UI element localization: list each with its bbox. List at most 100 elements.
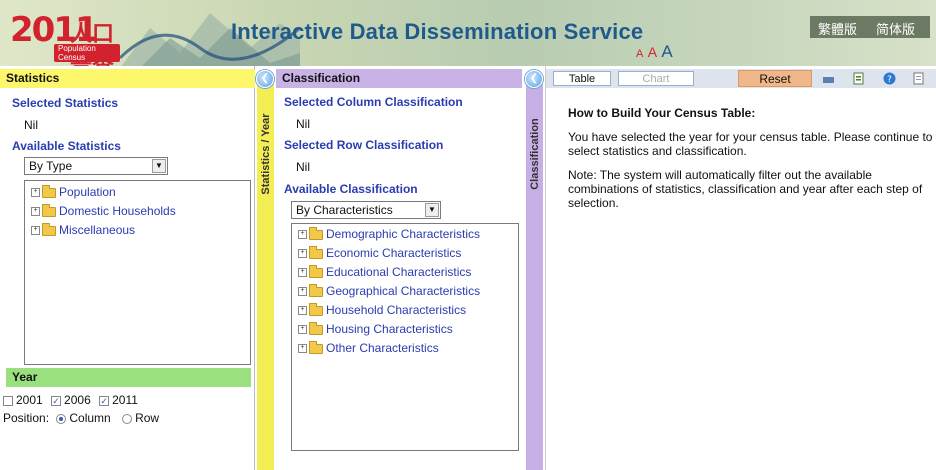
- statistics-type-dropdown[interactable]: By Type ▼: [24, 157, 168, 175]
- folder-icon: [309, 226, 323, 240]
- lang-traditional-link[interactable]: 繁體版: [818, 19, 857, 38]
- selected-column-classification-value: Nil: [296, 117, 310, 131]
- folder-icon: [42, 203, 56, 217]
- help-icon[interactable]: ?: [883, 72, 896, 85]
- year-option-2001[interactable]: 2001: [3, 393, 43, 407]
- tree-item-label: Economic Characteristics: [326, 246, 462, 260]
- folder-icon: [309, 340, 323, 354]
- selected-row-classification-value: Nil: [296, 160, 310, 174]
- statistics-year-bar-label: Statistics / Year: [259, 113, 272, 195]
- tab-table[interactable]: Table: [553, 71, 611, 86]
- classification-title: Classification: [276, 69, 522, 88]
- expand-icon[interactable]: +: [298, 230, 307, 240]
- dropdown-arrow-icon: ▼: [152, 159, 166, 173]
- radio-column[interactable]: [56, 413, 67, 424]
- statistics-tree[interactable]: + Population + Domestic Households + Miscel…: [24, 180, 251, 365]
- classification-panel: Classification Selected Column Classific…: [276, 66, 522, 470]
- dropdown-arrow-icon: ▼: [425, 203, 439, 217]
- font-size-small[interactable]: A: [636, 48, 643, 60]
- svg-text:?: ?: [887, 75, 892, 85]
- font-size-medium[interactable]: A: [648, 44, 657, 60]
- census-logo[interactable]: 2011 人口普查 Population Census: [10, 10, 120, 66]
- document-icon[interactable]: [912, 72, 925, 85]
- expand-icon[interactable]: +: [298, 325, 307, 335]
- folder-icon: [309, 245, 323, 259]
- statistics-title: Statistics: [0, 69, 255, 88]
- available-classification-label: Available Classification: [284, 182, 418, 196]
- tree-item-educational[interactable]: + Educational Characteristics: [298, 264, 471, 280]
- expand-icon[interactable]: +: [298, 249, 307, 259]
- expand-icon[interactable]: +: [298, 344, 307, 354]
- statistics-dropdown-value: By Type: [29, 159, 73, 173]
- tree-item-other[interactable]: + Other Characteristics: [298, 340, 439, 356]
- tree-item-label: Housing Characteristics: [326, 322, 453, 336]
- checkbox-2001[interactable]: [3, 395, 13, 406]
- folder-icon: [42, 222, 56, 236]
- tree-item-demographic[interactable]: + Demographic Characteristics: [298, 226, 480, 242]
- print-icon[interactable]: [822, 72, 835, 85]
- export-icon[interactable]: [853, 72, 866, 85]
- year-checkboxes: 2001 ✓ 2006 ✓ 2011: [3, 393, 138, 407]
- toolbar: Table Chart Reset ?: [546, 69, 936, 88]
- year-option-2006[interactable]: ✓ 2006: [51, 393, 91, 407]
- collapse-statistics-button[interactable]: ❮: [256, 70, 274, 88]
- selected-statistics-label: Selected Statistics: [12, 96, 119, 110]
- classification-bar-label: Classification: [528, 118, 541, 190]
- tree-item-label: Educational Characteristics: [326, 265, 472, 279]
- app-title: Interactive Data Dissemination Service: [231, 19, 644, 44]
- folder-icon: [309, 264, 323, 278]
- classification-dropdown-value: By Characteristics: [296, 203, 393, 217]
- expand-icon[interactable]: +: [298, 306, 307, 316]
- tree-item-population[interactable]: + Population: [31, 184, 116, 200]
- position-label: Position:: [3, 411, 50, 425]
- selected-row-classification-label: Selected Row Classification: [284, 138, 444, 152]
- tree-item-household[interactable]: + Household Characteristics: [298, 302, 466, 318]
- available-statistics-label: Available Statistics: [12, 139, 121, 153]
- expand-icon[interactable]: +: [298, 287, 307, 297]
- tree-item-miscellaneous[interactable]: + Miscellaneous: [31, 222, 135, 238]
- year-option-2011[interactable]: ✓ 2011: [99, 393, 138, 407]
- position-row-label: Row: [135, 411, 160, 425]
- expand-icon[interactable]: +: [31, 207, 40, 217]
- tree-item-domestic-households[interactable]: + Domestic Households: [31, 203, 176, 219]
- instructions-heading: How to Build Your Census Table:: [568, 106, 756, 120]
- folder-icon: [309, 302, 323, 316]
- classification-tree[interactable]: + Demographic Characteristics + Economic C…: [291, 223, 519, 451]
- reset-button[interactable]: Reset: [738, 70, 812, 87]
- collapse-classification-button[interactable]: ❮: [525, 70, 543, 88]
- tree-item-label: Other Characteristics: [326, 341, 439, 355]
- instructions-paragraph-2: Note: The system will automatically filt…: [568, 168, 923, 210]
- position-column-option[interactable]: Column: [56, 411, 111, 425]
- tree-item-economic[interactable]: + Economic Characteristics: [298, 245, 461, 261]
- classification-toggle-bar[interactable]: Classification: [526, 84, 543, 470]
- expand-icon[interactable]: +: [31, 226, 40, 236]
- position-column-label: Column: [69, 411, 111, 425]
- instructions-paragraph-1: You have selected the year for your cens…: [568, 130, 933, 158]
- folder-icon: [42, 184, 56, 198]
- checkbox-2011[interactable]: ✓: [99, 395, 110, 406]
- statistics-year-toggle-bar[interactable]: Statistics / Year: [257, 84, 274, 470]
- expand-icon[interactable]: +: [298, 268, 307, 278]
- tree-item-geographical[interactable]: + Geographical Characteristics: [298, 283, 480, 299]
- tree-item-label: Geographical Characteristics: [326, 284, 481, 298]
- tree-item-label: Population: [59, 185, 116, 199]
- result-panel: Table Chart Reset ? How to Build Your Ce…: [545, 66, 936, 470]
- statistics-panel: Statistics Selected Statistics Nil Avail…: [0, 66, 255, 470]
- position-row-option[interactable]: Row: [122, 411, 159, 425]
- classification-type-dropdown[interactable]: By Characteristics ▼: [291, 201, 441, 219]
- language-switcher: 繁體版 简体版: [810, 16, 930, 38]
- folder-icon: [309, 321, 323, 335]
- year-title: Year: [6, 368, 251, 387]
- tree-item-label: Demographic Characteristics: [326, 227, 481, 241]
- selected-column-classification-label: Selected Column Classification: [284, 95, 463, 109]
- tab-chart[interactable]: Chart: [618, 71, 694, 86]
- radio-row[interactable]: [122, 413, 133, 424]
- checkbox-2006[interactable]: ✓: [51, 395, 62, 406]
- tree-item-label: Miscellaneous: [59, 223, 136, 237]
- font-size-large[interactable]: A: [661, 42, 672, 62]
- expand-icon[interactable]: +: [31, 188, 40, 198]
- year-label-2001: 2001: [16, 393, 43, 407]
- lang-simplified-link[interactable]: 简体版: [876, 19, 915, 38]
- folder-icon: [309, 283, 323, 297]
- tree-item-housing[interactable]: + Housing Characteristics: [298, 321, 453, 337]
